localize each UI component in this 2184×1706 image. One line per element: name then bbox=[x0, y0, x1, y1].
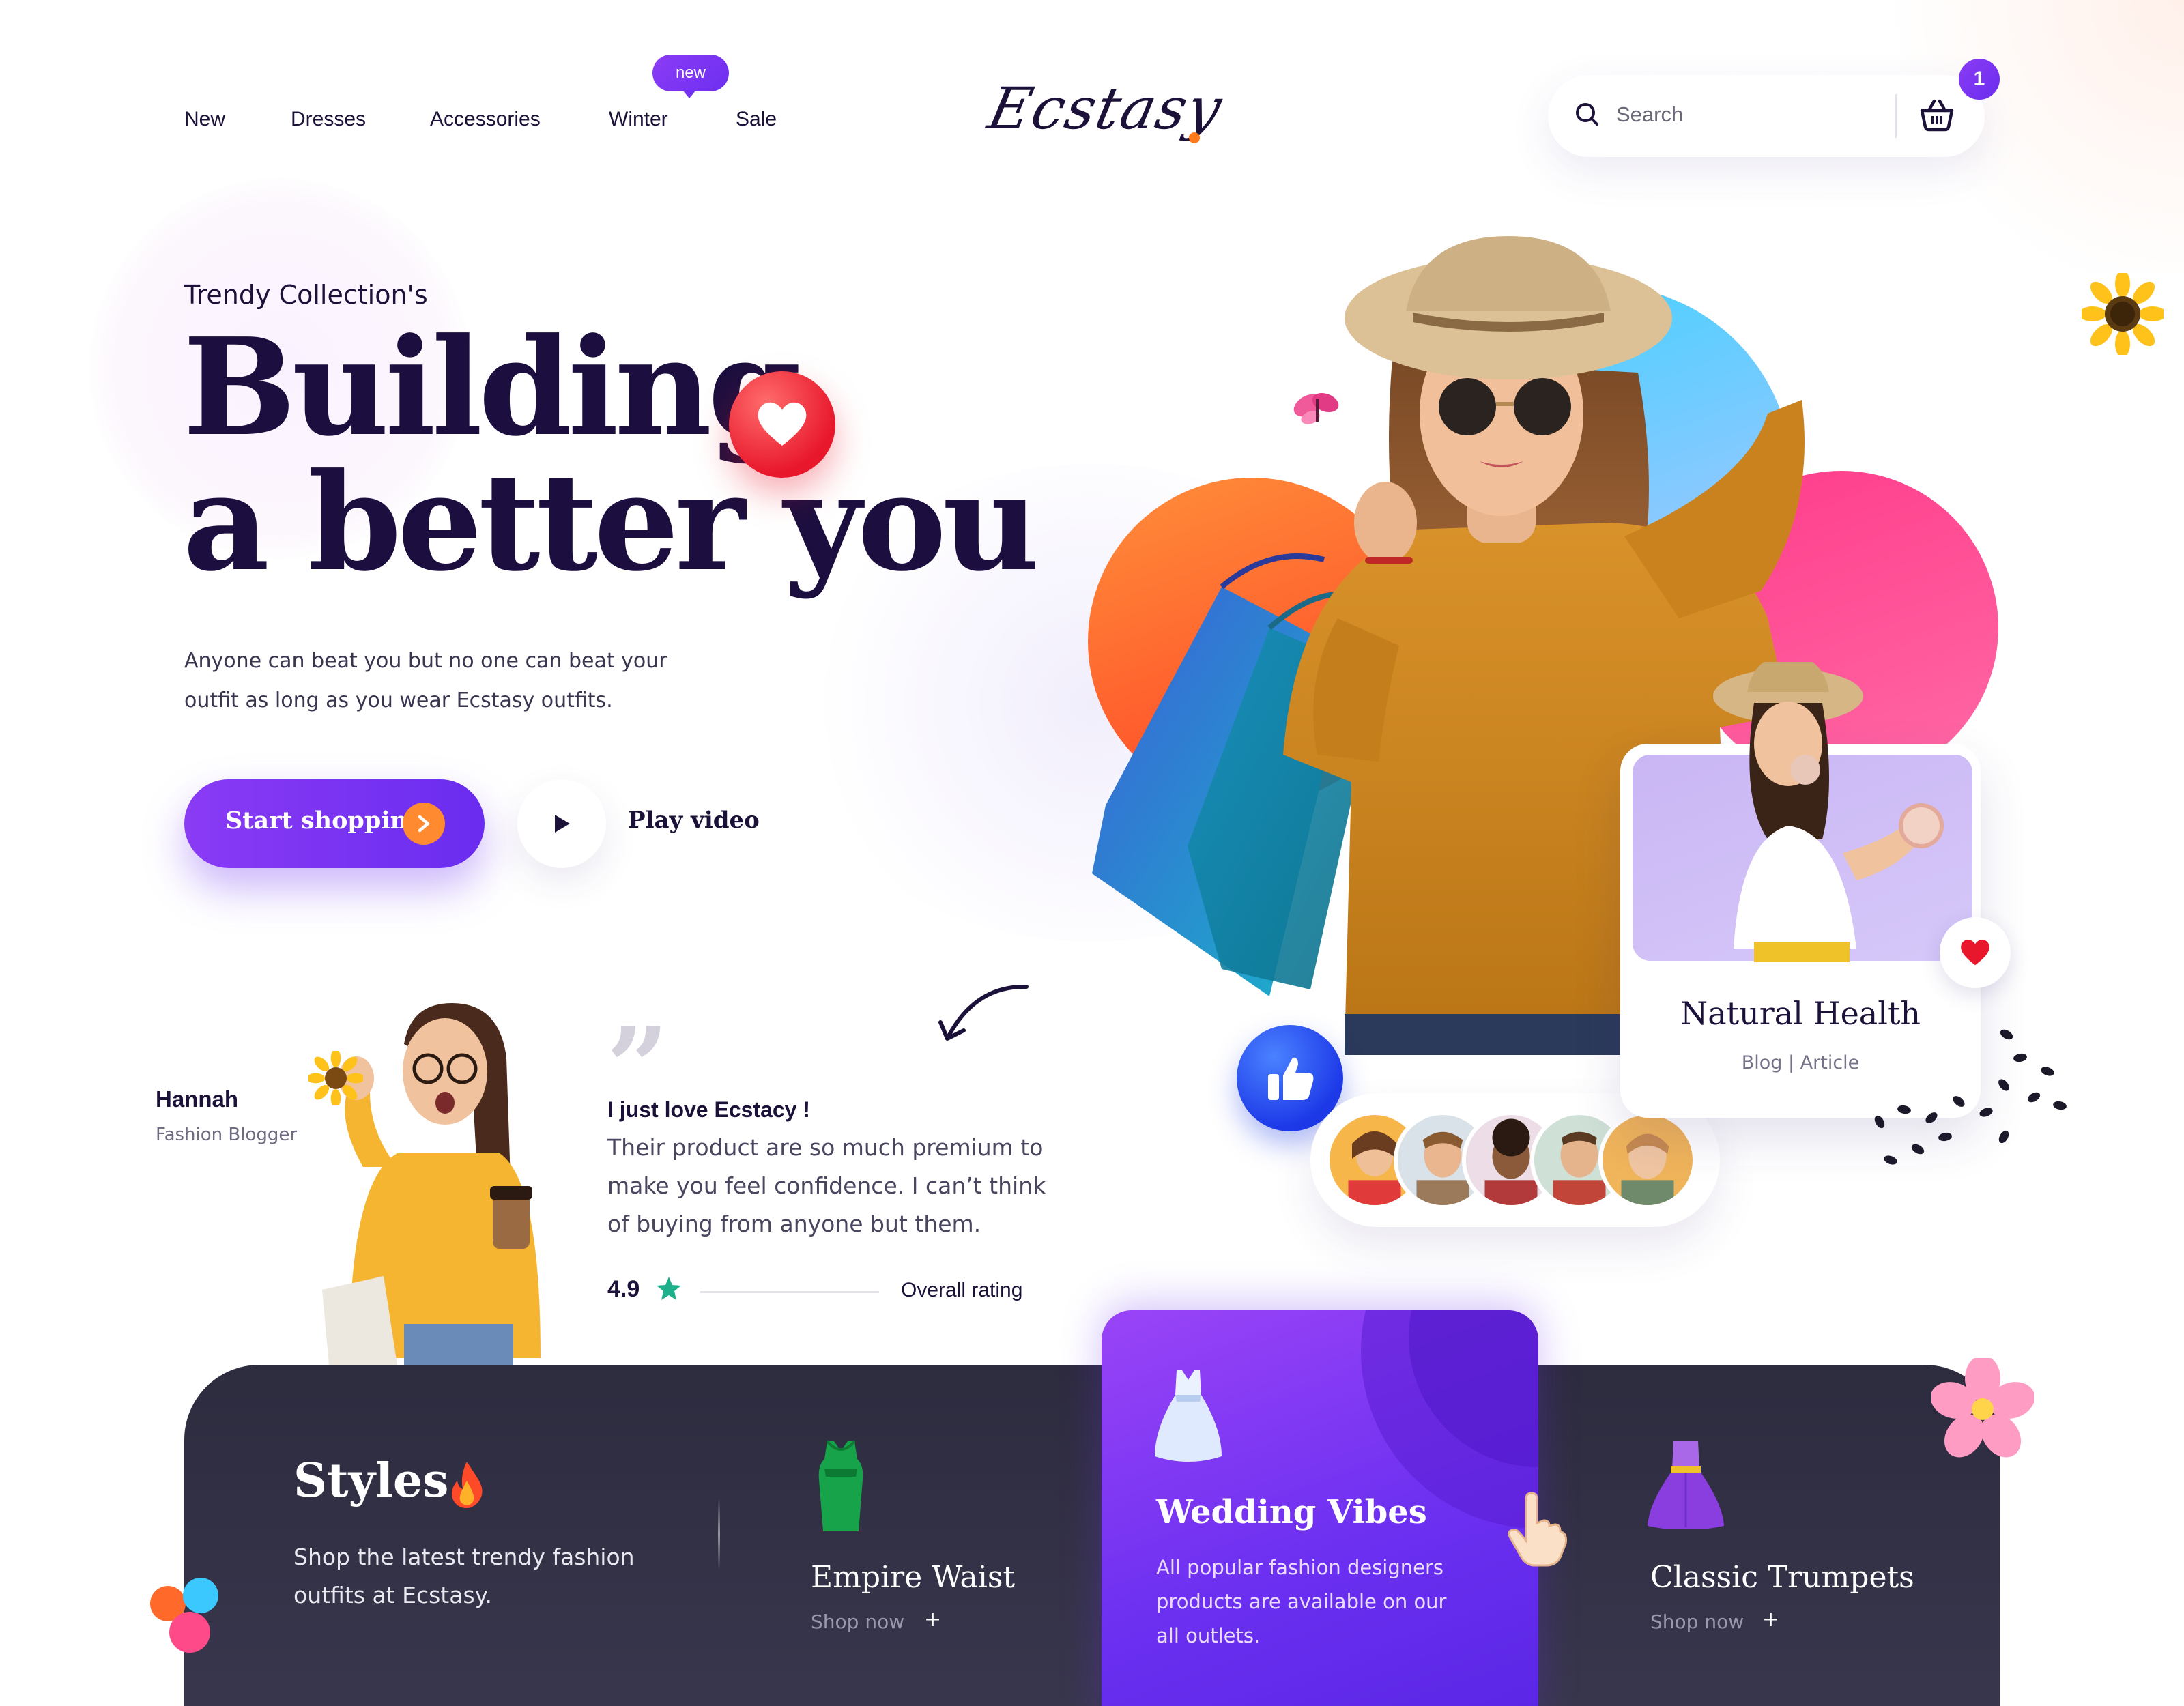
start-shopping-label[interactable]: Start shopping bbox=[225, 807, 425, 835]
testimonial-body: Their product are so much premium to mak… bbox=[607, 1134, 1046, 1237]
favorite-heart-icon[interactable] bbox=[1940, 917, 2011, 988]
avatar bbox=[1598, 1111, 1697, 1209]
wedding-dress-icon bbox=[1155, 1370, 1222, 1462]
dress-icon bbox=[818, 1440, 863, 1531]
search-input[interactable]: Search bbox=[1616, 102, 1683, 127]
star-icon bbox=[657, 1277, 681, 1300]
classic-trumpets-shop-link[interactable]: Shop now bbox=[1650, 1610, 1744, 1633]
empire-waist-title[interactable]: Empire Waist bbox=[811, 1560, 1015, 1595]
plus-icon[interactable]: + bbox=[924, 1608, 941, 1632]
hero-description: Anyone can beat you but no one can beat … bbox=[184, 649, 667, 712]
nav-item-winter[interactable]: Winter bbox=[609, 108, 668, 131]
nav-item-dresses[interactable]: Dresses bbox=[291, 108, 366, 131]
play-video-label[interactable]: Play video bbox=[628, 807, 760, 834]
testimonial-role: Fashion Blogger bbox=[156, 1125, 298, 1145]
wedding-vibes-description: All popular fashion designers products a… bbox=[1156, 1556, 1447, 1647]
search-divider bbox=[1895, 94, 1897, 138]
styles-description: Shop the latest trendy fashion outfits a… bbox=[293, 1544, 635, 1608]
chevron-right-icon[interactable] bbox=[403, 803, 445, 845]
fire-icon bbox=[452, 1462, 483, 1508]
search-icon bbox=[1576, 103, 1598, 126]
play-video-button[interactable] bbox=[517, 779, 606, 868]
logo-dot bbox=[1189, 132, 1200, 143]
hero-eyebrow: Trendy Collection's bbox=[184, 280, 428, 310]
hand-pointer-icon bbox=[1508, 1492, 1567, 1567]
winter-new-badge: new bbox=[652, 55, 729, 98]
testimonial-headline: I just love Ecstacy ! bbox=[607, 1097, 811, 1122]
rating-label: Overall rating bbox=[901, 1279, 1023, 1301]
classic-trumpets-title[interactable]: Classic Trumpets bbox=[1650, 1560, 1914, 1595]
cart-count-badge: 1 bbox=[1959, 59, 2000, 100]
empire-waist-shop-link[interactable]: Shop now bbox=[811, 1610, 904, 1633]
nav-item-accessories[interactable]: Accessories bbox=[430, 108, 541, 131]
heart-icon bbox=[729, 371, 835, 478]
play-icon bbox=[555, 815, 570, 833]
testimonial-name: Hannah bbox=[156, 1086, 239, 1112]
nav-item-new[interactable]: New bbox=[184, 108, 225, 131]
hero-headline-line1: Building bbox=[183, 309, 801, 466]
decor-dots bbox=[150, 1578, 218, 1653]
plus-icon[interactable]: + bbox=[1762, 1608, 1779, 1632]
sunflower-icon bbox=[308, 1051, 363, 1105]
rating-value: 4.9 bbox=[607, 1276, 640, 1302]
styles-panel bbox=[184, 1365, 2000, 1706]
styles-title: Styles bbox=[293, 1454, 449, 1508]
hero-headline-line2: a better you bbox=[183, 444, 1039, 601]
health-model-image bbox=[1713, 662, 1944, 962]
sunflower-icon bbox=[2082, 273, 2164, 355]
curved-arrow-icon bbox=[938, 984, 1029, 1041]
rating-divider bbox=[700, 1291, 879, 1293]
wedding-vibes-title[interactable]: Wedding Vibes bbox=[1156, 1493, 1427, 1531]
panel-divider bbox=[718, 1499, 720, 1570]
skirt-icon bbox=[1648, 1441, 1724, 1529]
decor-seeds bbox=[1874, 1029, 2067, 1165]
basket-icon[interactable] bbox=[1918, 96, 1956, 134]
nav-item-sale[interactable]: Sale bbox=[736, 108, 777, 131]
brand-logo[interactable]: Ecstasy bbox=[983, 75, 1229, 142]
flower-icon bbox=[1931, 1358, 2034, 1458]
